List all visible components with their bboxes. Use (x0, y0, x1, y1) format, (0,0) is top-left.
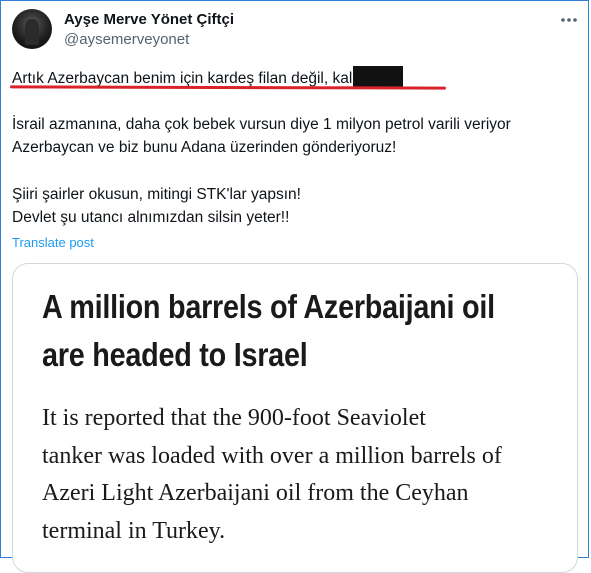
user-handle[interactable]: @aysemerveyonet (64, 31, 189, 48)
avatar-figure (25, 19, 39, 45)
article-body-line-2: tanker was loaded with over a million ba… (42, 442, 502, 469)
profile-avatar[interactable] (12, 9, 52, 49)
article-body-line-4: terminal in Turkey. (42, 517, 226, 544)
headline-line-1: A million barrels of Azerbaijani oil (42, 289, 495, 326)
more-options-icon[interactable] (557, 8, 581, 32)
post-text-paragraph-3-line-1: Şiiri şairler okusun, mitingi STK'lar ya… (12, 186, 301, 203)
attached-image-card[interactable]: A million barrels of Azerbaijani oil are… (12, 263, 578, 573)
post-text-paragraph-2-line-2: Azerbaycan ve biz bunu Adana üzerinden g… (12, 139, 397, 156)
headline-line-2: are headed to Israel (42, 337, 308, 374)
translate-post-link[interactable]: Translate post (12, 235, 94, 250)
article-headline: A million barrels of Azerbaijani oil are… (42, 284, 495, 380)
post-text-paragraph-3-line-2: Devlet şu utancı alnımızdan silsin yeter… (12, 209, 290, 226)
article-body-line-1: It is reported that the 900-foot Seaviol… (42, 405, 426, 431)
display-name[interactable]: Ayşe Merve Yönet Çiftçi (64, 11, 234, 28)
post-text-paragraph-2-line-1: İsrail azmanına, daha çok bebek vursun d… (12, 116, 511, 133)
post-text-line-1-content: Artık Azerbaycan benim için kardeş filan… (12, 70, 353, 87)
article-body: It is reported that the 900-foot Seaviol… (42, 400, 577, 550)
article-body-line-3: Azeri Light Azerbaijani oil from the Cey… (42, 480, 469, 506)
redaction-box (353, 66, 404, 88)
